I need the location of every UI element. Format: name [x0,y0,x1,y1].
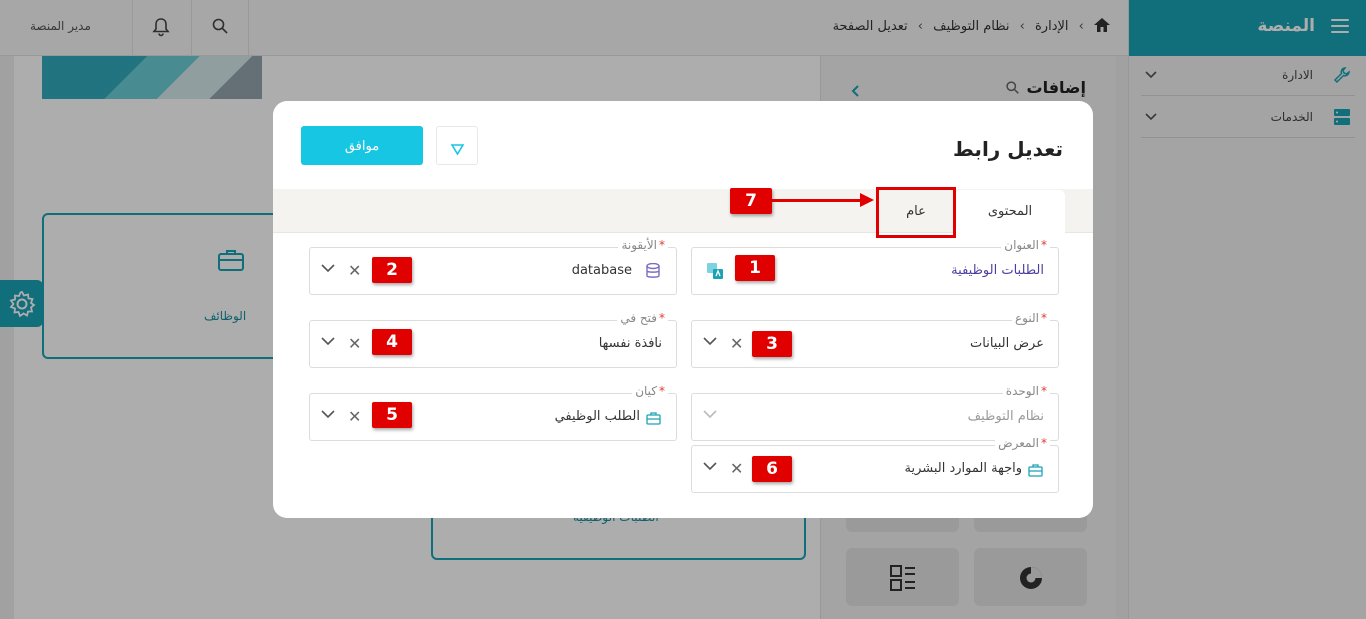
clear-icon[interactable]: ✕ [348,334,361,353]
clear-icon[interactable]: ✕ [730,334,743,353]
annotation-badge: 6 [752,456,792,482]
clear-icon[interactable]: ✕ [348,407,361,426]
chevron-down-icon [702,406,718,422]
annotation-badge: 4 [372,329,412,355]
annotation-badge: 5 [372,402,412,428]
field-label: الأيقونة [621,238,657,252]
chevron-down-icon[interactable] [320,333,336,349]
field-label: المعرض [998,436,1039,450]
callout-highlight [876,187,956,238]
icon-value: database [571,263,632,278]
entity-select[interactable]: كيان * الطلب الوظيفي ✕ [309,384,677,441]
chevron-down-icon[interactable] [702,333,718,349]
field-label: كيان [635,384,657,398]
field-label: النوع [1015,311,1039,325]
translate-icon[interactable] [706,262,723,279]
title-value[interactable]: الطلبات الوظيفية [951,263,1044,278]
module-value: نظام التوظيف [967,409,1044,424]
annotation-badge: 2 [372,257,412,283]
type-select[interactable]: النوع * عرض البيانات ✕ [691,311,1059,368]
triangle-down-icon [450,140,465,159]
gallery-value: واجهة الموارد البشرية [904,461,1023,476]
annotation-badge: 1 [735,255,775,281]
open-in-value: نافذة نفسها [598,336,662,351]
module-select: الوحدة * نظام التوظيف [691,384,1059,441]
chevron-down-icon[interactable] [320,260,336,276]
tab-strip: المحتوى عام [273,189,1093,233]
dialog-title: تعديل رابط [953,137,1063,161]
field-label: الوحدة [1005,384,1039,398]
ok-button[interactable]: موافق [301,126,423,165]
chevron-down-icon[interactable] [320,406,336,422]
clear-icon[interactable]: ✕ [730,459,743,478]
callout-arrow [772,199,862,202]
tab-content[interactable]: المحتوى [955,190,1065,233]
open-in-select[interactable]: فتح في * نافذة نفسها ✕ [309,311,677,368]
field-label: فتح في [620,311,657,325]
type-value: عرض البيانات [970,336,1044,351]
annotation-badge: 7 [730,188,772,214]
briefcase-icon [646,410,662,426]
chevron-down-icon[interactable] [702,458,718,474]
edit-link-dialog: تعديل رابط موافق المحتوى عام العنوان * ال… [273,101,1093,518]
annotation-badge: 3 [752,331,792,357]
callout-arrowhead [860,193,874,207]
clear-icon[interactable]: ✕ [348,261,361,280]
field-label: العنوان [1004,238,1039,252]
briefcase-icon [1028,462,1044,478]
gallery-select[interactable]: المعرض * واجهة الموارد البشرية ✕ [691,436,1059,493]
options-dropdown-button[interactable] [436,126,478,165]
database-icon [646,262,662,279]
entity-value: الطلب الوظيفي [554,409,640,424]
icon-field[interactable]: الأيقونة * database ✕ [309,238,677,295]
